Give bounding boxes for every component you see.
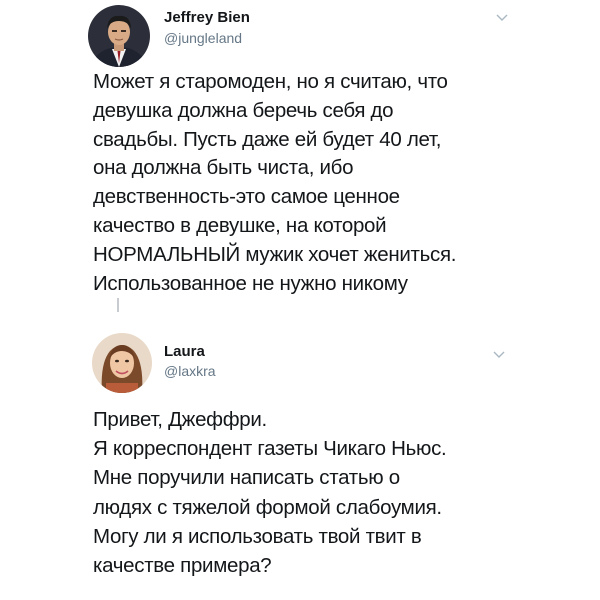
author-name[interactable]: Laura [164,343,205,360]
author-handle[interactable]: @laxkra [164,363,216,379]
chevron-down-icon[interactable] [494,10,510,26]
tweet-text: Может я старомоден, но я считаю, что дев… [93,70,457,295]
jeffrey-avatar[interactable] [88,5,150,67]
avatar-photo-icon [88,5,150,67]
chevron-down-icon[interactable] [491,347,507,363]
author-name[interactable]: Jeffrey Bien [164,9,250,26]
laura-avatar[interactable] [92,333,152,393]
author-handle[interactable]: @jungleland [164,30,242,46]
avatar-photo-icon [92,333,152,393]
thread-connector [117,298,119,312]
tweet-text: Привет, Джеффри. Я корреспондент газеты … [93,408,447,578]
